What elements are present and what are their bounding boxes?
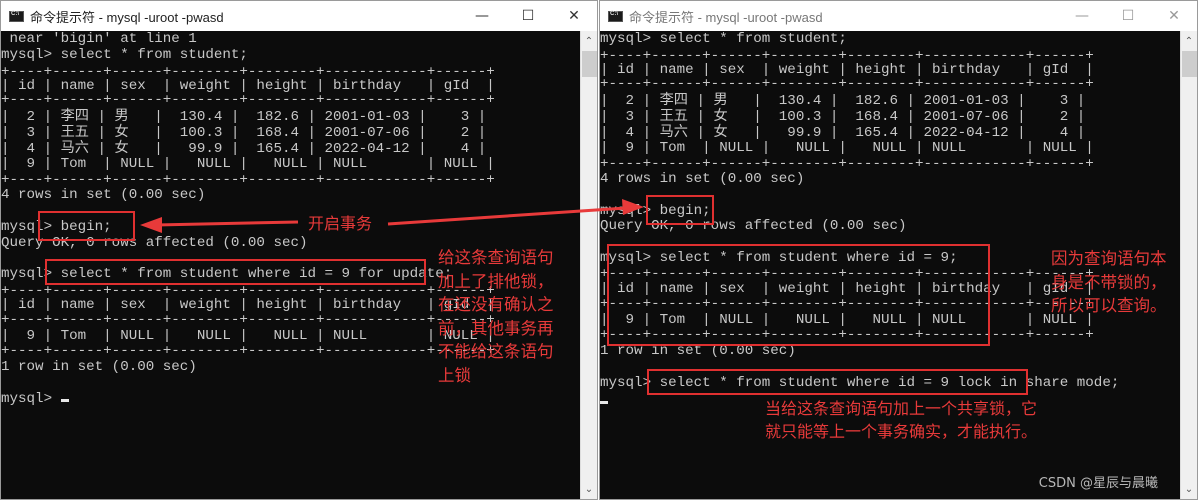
scroll-thumb[interactable]: [582, 51, 597, 77]
no-lock-note: 因为查询语句本 身是不带锁的， 所以可以查询。: [1051, 249, 1167, 315]
begin-highlight-box: [646, 195, 714, 225]
console-cursor-line: [600, 393, 608, 409]
console-line: +----+------+------+--------+--------+--…: [600, 156, 1094, 172]
select-result-highlight-box: [607, 244, 990, 346]
console-line: +----+------+------+--------+--------+--…: [1, 343, 495, 359]
console-line: | 3 | 王五 | 女 | 100.3 | 168.4 | 2001-07-0…: [1, 125, 487, 141]
for-update-highlight-box: [45, 259, 426, 285]
console-line: +----+------+------+--------+--------+--…: [1, 172, 495, 188]
minimize-button[interactable]: —: [459, 1, 505, 31]
console-line: near 'bigin' at line 1: [1, 31, 197, 47]
maximize-button[interactable]: ☐: [505, 1, 551, 31]
right-cmd-window: 命令提示符 - mysql -uroot -pwasd — ☐ ✕ mysql>…: [599, 0, 1198, 500]
console-line: +----+------+------+--------+--------+--…: [600, 76, 1094, 92]
console-line: | 2 | 李四 | 男 | 130.4 | 182.6 | 2001-01-0…: [1, 109, 487, 125]
console-line: | 9 | Tom | NULL | NULL | NULL | NULL | …: [600, 140, 1094, 156]
console-line: | id | name | sex | weight | height | bi…: [1, 297, 495, 313]
console-line: | 9 | Tom | NULL | NULL | NULL | NULL | …: [1, 328, 495, 344]
scroll-down-icon[interactable]: ⌄: [1181, 481, 1197, 497]
left-console[interactable]: near 'bigin' at line 1 mysql> select * f…: [1, 31, 580, 499]
console-line: 4 rows in set (0.00 sec): [600, 171, 805, 187]
console-line: mysql> select * from student;: [600, 31, 847, 47]
close-button[interactable]: ✕: [551, 1, 597, 31]
text-cursor: [600, 401, 608, 404]
csdn-watermark: CSDN @星辰与晨曦: [1038, 476, 1158, 491]
left-cmd-window: 命令提示符 - mysql -uroot -pwasd — ☐ ✕ near '…: [0, 0, 598, 500]
scroll-up-icon[interactable]: ⌃: [581, 33, 597, 49]
scroll-thumb[interactable]: [1182, 51, 1197, 77]
console-line: | 9 | Tom | NULL | NULL | NULL | NULL | …: [1, 156, 495, 172]
console-line: | 2 | 李四 | 男 | 130.4 | 182.6 | 2001-01-0…: [600, 93, 1086, 109]
right-titlebar[interactable]: 命令提示符 - mysql -uroot -pwasd — ☐ ✕: [600, 1, 1197, 31]
close-button[interactable]: ✕: [1151, 1, 1197, 31]
right-scrollbar[interactable]: ⌃ ⌄: [1180, 31, 1197, 499]
console-line: 1 row in set (0.00 sec): [1, 359, 197, 375]
text-cursor: [60, 399, 69, 402]
console-line: +----+------+------+--------+--------+--…: [1, 92, 495, 108]
cmd-app-icon: [9, 10, 24, 22]
console-line: +----+------+------+--------+--------+--…: [1, 312, 495, 328]
cmd-app-icon: [608, 10, 623, 22]
exclusive-lock-note: 给这条查询语句 加上了排他锁， 在还没有确认之 前，其他事务再 不能给这条语句 …: [438, 248, 554, 385]
share-lock-note: 当给这条查询语句加上一个共享锁，它 就只能等上一个事务确实，才能执行。: [765, 399, 1038, 441]
prompt-text: mysql>: [1, 391, 61, 407]
console-line: mysql> select * from student;: [1, 47, 248, 63]
begin-highlight-box: [38, 211, 135, 241]
left-scrollbar[interactable]: ⌃ ⌄: [580, 31, 597, 499]
console-line: | 4 | 马六 | 女 | 99.9 | 165.4 | 2022-04-12…: [1, 141, 487, 157]
maximize-button[interactable]: ☐: [1105, 1, 1151, 31]
minimize-button[interactable]: —: [1059, 1, 1105, 31]
console-prompt-line: mysql>: [1, 391, 69, 407]
left-titlebar[interactable]: 命令提示符 - mysql -uroot -pwasd — ☐ ✕: [1, 1, 597, 31]
console-line: 4 rows in set (0.00 sec): [1, 187, 206, 203]
right-window-title: 命令提示符 - mysql -uroot -pwasd: [629, 9, 823, 25]
console-line: | 3 | 王五 | 女 | 100.3 | 168.4 | 2001-07-0…: [600, 109, 1086, 125]
share-mode-highlight-box: [647, 369, 1028, 395]
begin-transaction-label: 开启事务: [308, 214, 373, 233]
console-line: | 4 | 马六 | 女 | 99.9 | 165.4 | 2022-04-12…: [600, 125, 1086, 141]
right-console[interactable]: mysql> select * from student; +----+----…: [600, 31, 1180, 499]
left-window-title: 命令提示符 - mysql -uroot -pwasd: [30, 9, 224, 25]
scroll-down-icon[interactable]: ⌄: [581, 481, 597, 497]
scroll-up-icon[interactable]: ⌃: [1181, 33, 1197, 49]
